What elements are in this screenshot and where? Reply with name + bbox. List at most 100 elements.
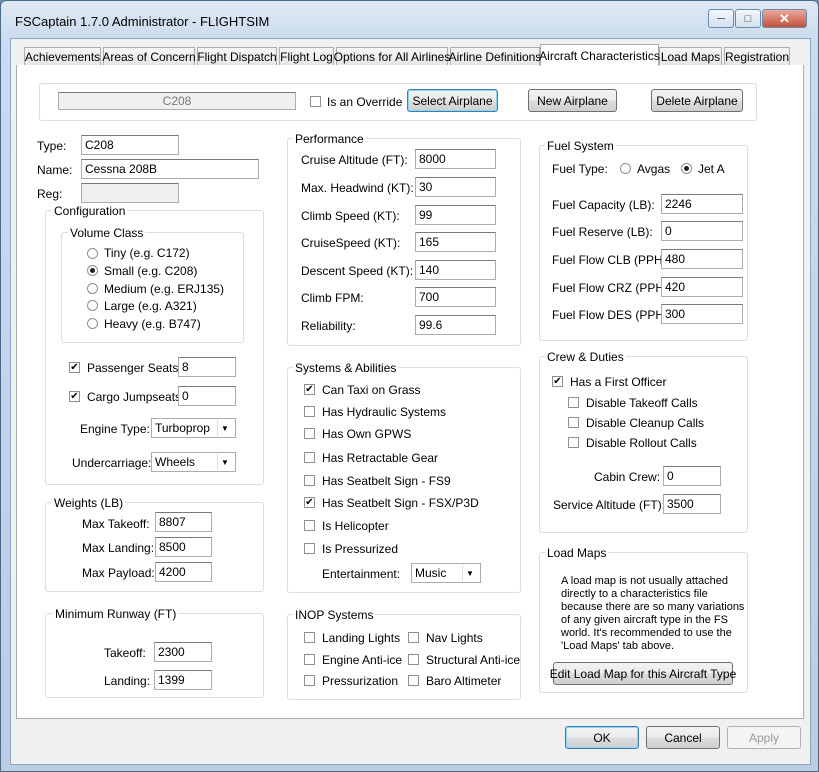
engine-type-select[interactable]: Turboprop ▼ bbox=[151, 418, 236, 438]
climb-speed-input[interactable]: 99 bbox=[415, 205, 496, 225]
hydraulic-checkbox[interactable] bbox=[304, 406, 315, 417]
inop-systems-title: INOP Systems bbox=[293, 608, 376, 622]
disable-rollout-calls-checkbox[interactable] bbox=[568, 437, 579, 448]
tab-areas-of-concern[interactable]: Areas of Concern bbox=[102, 47, 196, 65]
volume-small-label: Small (e.g. C208) bbox=[104, 264, 198, 278]
pressurized-checkbox[interactable] bbox=[304, 543, 315, 554]
retractable-gear-checkbox[interactable] bbox=[304, 452, 315, 463]
cabin-crew-input[interactable]: 0 bbox=[663, 466, 721, 486]
max-headwind-label: Max. Headwind (KT): bbox=[301, 181, 414, 195]
reg-input bbox=[81, 183, 179, 203]
volume-tiny-radio[interactable] bbox=[87, 248, 98, 259]
volume-medium-radio[interactable] bbox=[87, 283, 98, 294]
cargo-jumpseats-input[interactable]: 0 bbox=[178, 386, 236, 406]
cruise-speed-input[interactable]: 165 bbox=[415, 232, 496, 252]
cargo-jumpseats-checkbox[interactable]: ✔ bbox=[69, 391, 80, 402]
max-payload-input[interactable]: 4200 bbox=[155, 562, 212, 582]
inop-nav-lights-label: Nav Lights bbox=[426, 631, 483, 645]
type-input[interactable]: C208 bbox=[81, 135, 179, 155]
type-label: Type: bbox=[37, 139, 67, 153]
name-label: Name: bbox=[37, 163, 73, 177]
passenger-seats-label: Passenger Seats: bbox=[87, 361, 182, 375]
new-airplane-button[interactable]: New Airplane bbox=[528, 89, 617, 112]
inop-structural-anti-ice-checkbox[interactable] bbox=[408, 654, 419, 665]
cruise-speed-label: CruiseSpeed (KT): bbox=[301, 236, 401, 250]
max-landing-input[interactable]: 8500 bbox=[155, 537, 212, 557]
window-title: FSCaptain 1.7.0 Administrator - FLIGHTSI… bbox=[15, 14, 270, 29]
inop-baro-altimeter-checkbox[interactable] bbox=[408, 675, 419, 686]
inop-pressurization-checkbox[interactable] bbox=[304, 675, 315, 686]
passenger-seats-checkbox[interactable]: ✔ bbox=[69, 362, 80, 373]
delete-airplane-button[interactable]: Delete Airplane bbox=[651, 89, 743, 112]
seatbelt-fs9-checkbox[interactable] bbox=[304, 475, 315, 486]
reliability-input[interactable]: 99.6 bbox=[415, 315, 496, 335]
override-checkbox[interactable] bbox=[310, 96, 321, 107]
performance-title: Performance bbox=[293, 132, 366, 146]
tab-aircraft-characteristics[interactable]: Aircraft Characteristics bbox=[539, 44, 660, 66]
gpws-checkbox[interactable] bbox=[304, 428, 315, 439]
max-takeoff-input[interactable]: 8807 bbox=[155, 512, 212, 532]
tab-load-maps[interactable]: Load Maps bbox=[659, 47, 722, 65]
maximize-button[interactable]: □ bbox=[735, 9, 761, 28]
minimum-runway-title: Minimum Runway (FT) bbox=[53, 607, 179, 621]
fuel-flow-des-input[interactable]: 300 bbox=[661, 304, 743, 324]
edit-load-map-button[interactable]: Edit Load Map for this Aircraft Type bbox=[550, 662, 736, 685]
disable-cleanup-calls-checkbox[interactable] bbox=[568, 417, 579, 428]
name-input[interactable]: Cessna 208B bbox=[81, 159, 259, 179]
systems-abilities-title: Systems & Abilities bbox=[293, 361, 399, 375]
inop-landing-lights-checkbox[interactable] bbox=[304, 632, 315, 643]
runway-takeoff-input[interactable]: 2300 bbox=[154, 642, 212, 662]
undercarriage-select[interactable]: Wheels ▼ bbox=[151, 452, 236, 472]
fuel-flow-crz-input[interactable]: 420 bbox=[661, 277, 743, 297]
max-payload-label: Max Payload: bbox=[82, 566, 155, 580]
inop-baro-altimeter-label: Baro Altimeter bbox=[426, 674, 502, 688]
max-headwind-input[interactable]: 30 bbox=[415, 177, 496, 197]
cruise-altitude-input[interactable]: 8000 bbox=[415, 149, 496, 169]
fuel-avgas-radio[interactable] bbox=[620, 163, 631, 174]
tab-options-all-airlines[interactable]: Options for All Airlines bbox=[334, 47, 450, 65]
fuel-reserve-input[interactable]: 0 bbox=[661, 221, 743, 241]
helicopter-checkbox[interactable] bbox=[304, 520, 315, 531]
runway-landing-input[interactable]: 1399 bbox=[154, 670, 212, 690]
load-maps-text-4: of any given aircraft type in the FS bbox=[561, 614, 728, 626]
ok-button[interactable]: OK bbox=[565, 726, 639, 749]
select-airplane-button[interactable]: Select Airplane bbox=[407, 89, 498, 112]
apply-button[interactable]: Apply bbox=[727, 726, 801, 749]
tab-airline-definitions[interactable]: Airline Definitions bbox=[449, 47, 541, 65]
entertainment-select[interactable]: Music ▼ bbox=[411, 563, 481, 583]
undercarriage-value: Wheels bbox=[155, 455, 196, 469]
close-button[interactable]: ✕ bbox=[762, 9, 807, 28]
volume-large-radio[interactable] bbox=[87, 300, 98, 311]
cancel-button[interactable]: Cancel bbox=[646, 726, 720, 749]
fuel-type-label: Fuel Type: bbox=[552, 162, 608, 176]
tab-flight-dispatch[interactable]: Flight Dispatch bbox=[197, 47, 277, 65]
pressurized-label: Is Pressurized bbox=[322, 542, 399, 556]
service-altitude-input[interactable]: 3500 bbox=[663, 494, 721, 514]
engine-type-label: Engine Type: bbox=[80, 422, 150, 436]
tab-flight-log[interactable]: Flight Log bbox=[279, 47, 334, 65]
seatbelt-fsx-checkbox[interactable]: ✔ bbox=[304, 497, 315, 508]
tab-achievements[interactable]: Achievements bbox=[24, 47, 101, 65]
weights-title: Weights (LB) bbox=[52, 496, 126, 510]
disable-takeoff-calls-label: Disable Takeoff Calls bbox=[586, 396, 698, 410]
descent-speed-input[interactable]: 140 bbox=[415, 260, 496, 280]
taxi-grass-checkbox[interactable]: ✔ bbox=[304, 384, 315, 395]
tab-registration[interactable]: Registration bbox=[724, 47, 790, 65]
chevron-down-icon: ▼ bbox=[217, 454, 232, 470]
climb-fpm-input[interactable]: 700 bbox=[415, 287, 496, 307]
volume-small-radio[interactable] bbox=[87, 265, 98, 276]
load-maps-title: Load Maps bbox=[545, 546, 609, 560]
passenger-seats-input[interactable]: 8 bbox=[178, 357, 236, 377]
volume-heavy-radio[interactable] bbox=[87, 318, 98, 329]
volume-class-title: Volume Class bbox=[68, 226, 146, 240]
gpws-label: Has Own GPWS bbox=[322, 427, 412, 441]
inop-engine-anti-ice-checkbox[interactable] bbox=[304, 654, 315, 665]
fuel-flow-clb-input[interactable]: 480 bbox=[661, 249, 743, 269]
fuel-jeta-radio[interactable] bbox=[681, 163, 692, 174]
inop-nav-lights-checkbox[interactable] bbox=[408, 632, 419, 643]
fuel-capacity-input[interactable]: 2246 bbox=[661, 194, 743, 214]
disable-takeoff-calls-checkbox[interactable] bbox=[568, 397, 579, 408]
first-officer-checkbox[interactable]: ✔ bbox=[552, 376, 563, 387]
minimize-button[interactable]: ─ bbox=[708, 9, 734, 28]
inop-pressurization-label: Pressurization bbox=[322, 674, 399, 688]
